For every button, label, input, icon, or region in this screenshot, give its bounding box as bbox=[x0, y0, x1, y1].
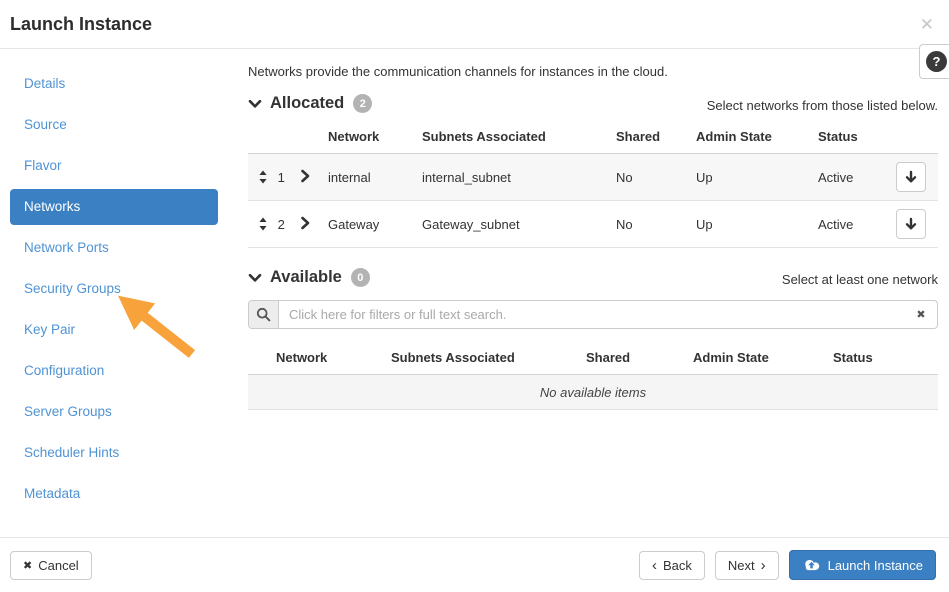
cell-subnets: internal_subnet bbox=[420, 153, 614, 201]
chevron-right-icon: › bbox=[760, 556, 766, 574]
chevron-down-icon bbox=[248, 271, 262, 285]
clear-search-icon[interactable]: ✖ bbox=[905, 301, 937, 328]
networks-step-content: Networks provide the communication chann… bbox=[248, 49, 938, 410]
allocated-count-badge: 2 bbox=[353, 94, 373, 113]
column-subnets-associated: Subnets Associated bbox=[389, 342, 584, 375]
deallocate-button[interactable] bbox=[896, 162, 926, 192]
column-subnets-associated: Subnets Associated bbox=[420, 121, 614, 154]
available-section-header: Available 0 Select at least one network bbox=[248, 268, 938, 287]
sidebar-item-scheduler-hints[interactable]: Scheduler Hints bbox=[0, 435, 240, 471]
search-input[interactable] bbox=[279, 301, 905, 328]
help-icon: ? bbox=[926, 51, 947, 72]
cell-status: Active bbox=[816, 200, 894, 248]
launch-label: Launch Instance bbox=[827, 557, 923, 573]
cancel-button[interactable]: ✖ Cancel bbox=[10, 550, 92, 580]
sidebar-item-key-pair[interactable]: Key Pair bbox=[0, 312, 240, 348]
column-status: Status bbox=[831, 342, 938, 375]
chevron-right-icon[interactable] bbox=[298, 216, 312, 230]
chevron-right-icon[interactable] bbox=[298, 169, 312, 183]
allocated-header-row: Network Subnets Associated Shared Admin … bbox=[248, 121, 938, 154]
available-header-row: Network Subnets Associated Shared Admin … bbox=[248, 342, 938, 375]
chevron-left-icon: ‹ bbox=[651, 556, 657, 574]
available-hint: Select at least one network bbox=[781, 272, 938, 287]
row-order: 1 bbox=[277, 169, 285, 185]
back-button[interactable]: ‹ Back bbox=[638, 550, 705, 580]
cancel-label: Cancel bbox=[38, 557, 79, 573]
sidebar-item-metadata[interactable]: Metadata bbox=[0, 476, 240, 512]
sidebar-item-network-ports[interactable]: Network Ports bbox=[0, 230, 240, 266]
cell-admin-state: Up bbox=[694, 153, 816, 201]
next-button[interactable]: Next › bbox=[714, 550, 779, 580]
available-title: Available bbox=[270, 268, 342, 286]
column-network: Network bbox=[248, 342, 389, 375]
column-spacer bbox=[248, 121, 296, 154]
sidebar-item-source[interactable]: Source bbox=[0, 107, 240, 143]
modal-footer: ✖ Cancel ‹ Back Next › Launch Instance bbox=[0, 537, 949, 592]
launch-instance-button[interactable]: Launch Instance bbox=[788, 550, 936, 580]
column-spacer bbox=[894, 121, 938, 154]
wizard-sidebar: Details Source Flavor Networks Network P… bbox=[0, 49, 240, 517]
column-admin-state: Admin State bbox=[694, 121, 816, 154]
cell-subnets: Gateway_subnet bbox=[420, 200, 614, 248]
column-shared: Shared bbox=[614, 121, 694, 154]
modal-header: Launch Instance ✕ bbox=[0, 0, 949, 49]
allocated-hint: Select networks from those listed below. bbox=[706, 98, 938, 113]
deallocate-button[interactable] bbox=[896, 209, 926, 239]
empty-message: No available items bbox=[248, 374, 938, 410]
table-row: 2 Gateway Gateway_subnet No Up Active bbox=[248, 200, 938, 248]
allocated-section-header: Allocated 2 Select networks from those l… bbox=[248, 94, 938, 113]
allocated-table: Network Subnets Associated Shared Admin … bbox=[248, 121, 938, 248]
filter-search: ✖ bbox=[248, 300, 938, 329]
close-icon[interactable]: ✕ bbox=[920, 16, 934, 33]
sidebar-item-networks[interactable]: Networks bbox=[10, 189, 218, 225]
cloud-upload-icon bbox=[804, 559, 819, 571]
column-spacer bbox=[296, 121, 326, 154]
cell-shared: No bbox=[614, 200, 694, 248]
cell-network: internal bbox=[326, 153, 420, 201]
arrow-down-icon bbox=[905, 217, 917, 230]
next-label: Next bbox=[727, 557, 755, 573]
table-row: 1 internal internal_subnet No Up Active bbox=[248, 153, 938, 201]
available-toggle[interactable]: Available 0 bbox=[248, 268, 370, 287]
x-icon: ✖ bbox=[23, 559, 33, 572]
column-network: Network bbox=[326, 121, 420, 154]
available-table: Network Subnets Associated Shared Admin … bbox=[248, 342, 938, 410]
sidebar-item-security-groups[interactable]: Security Groups bbox=[0, 271, 240, 307]
column-admin-state: Admin State bbox=[691, 342, 831, 375]
sort-handle-icon[interactable] bbox=[258, 217, 268, 231]
sidebar-item-flavor[interactable]: Flavor bbox=[0, 148, 240, 184]
sidebar-item-details[interactable]: Details bbox=[0, 66, 240, 102]
sort-handle-icon[interactable] bbox=[258, 170, 268, 184]
cell-network: Gateway bbox=[326, 200, 420, 248]
help-button[interactable]: ? bbox=[919, 44, 949, 79]
cell-admin-state: Up bbox=[694, 200, 816, 248]
arrow-down-icon bbox=[905, 170, 917, 183]
row-order: 2 bbox=[277, 216, 285, 232]
column-status: Status bbox=[816, 121, 894, 154]
column-shared: Shared bbox=[584, 342, 691, 375]
available-count-badge: 0 bbox=[350, 268, 370, 287]
sidebar-item-configuration[interactable]: Configuration bbox=[0, 353, 240, 389]
page-title: Launch Instance bbox=[10, 13, 153, 34]
search-icon[interactable] bbox=[249, 301, 279, 328]
cell-shared: No bbox=[614, 153, 694, 201]
back-label: Back bbox=[662, 557, 692, 573]
empty-row: No available items bbox=[248, 374, 938, 410]
launch-instance-modal: Launch Instance ✕ ? Details Source Flavo… bbox=[0, 0, 949, 592]
chevron-down-icon bbox=[248, 97, 262, 111]
wizard-nav-buttons: ‹ Back Next › Launch Instance bbox=[638, 550, 936, 580]
allocated-title: Allocated bbox=[270, 94, 345, 112]
cell-status: Active bbox=[816, 153, 894, 201]
allocated-toggle[interactable]: Allocated 2 bbox=[248, 94, 373, 113]
step-description: Networks provide the communication chann… bbox=[248, 64, 668, 79]
sidebar-item-server-groups[interactable]: Server Groups bbox=[0, 394, 240, 430]
